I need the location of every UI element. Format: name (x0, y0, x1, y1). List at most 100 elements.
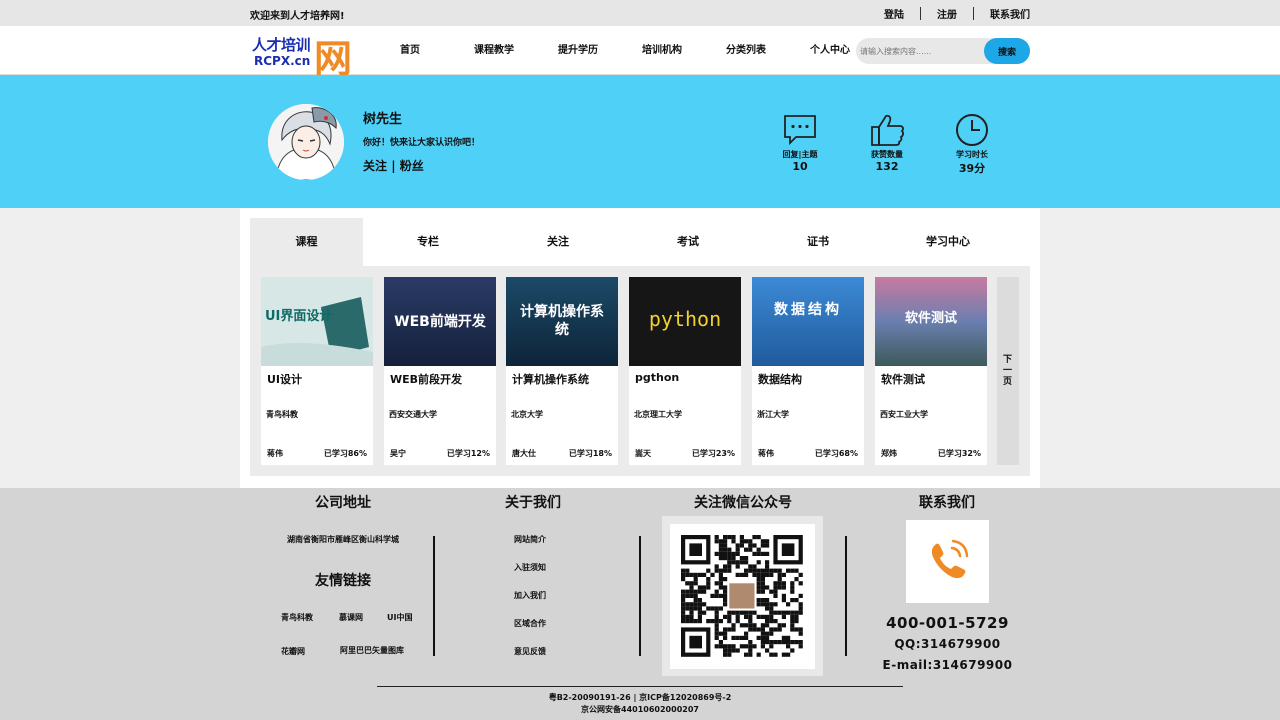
course-title: WEB前段开发 (390, 373, 463, 386)
login-link[interactable]: 登陆 (868, 6, 920, 21)
nav-institutions[interactable]: 培训机构 (620, 26, 704, 75)
course-progress: 已学习18% (568, 449, 612, 458)
course-teacher: 唐大仕 (512, 449, 536, 458)
separator: | (391, 159, 400, 173)
course-progress: 已学习12% (446, 449, 490, 458)
tab-learning-center[interactable]: 学习中心 (883, 218, 1013, 266)
tab-certificates[interactable]: 证书 (753, 218, 883, 266)
qr-code (670, 524, 815, 669)
course-card[interactable]: 软件测试 软件测试 西安工业大学 郑炜 已学习32% (875, 277, 987, 465)
about-item[interactable]: 区域合作 (514, 618, 546, 629)
course-progress: 已学习23% (691, 449, 735, 458)
course-teacher: 蒋伟 (267, 449, 283, 458)
qr-code-pattern (681, 535, 803, 657)
tab-courses[interactable]: 课程 (250, 218, 363, 266)
follow-link[interactable]: 关注 (363, 159, 387, 173)
nav-categories[interactable]: 分类列表 (704, 26, 788, 75)
friend-link[interactable]: 青鸟科教 (281, 612, 313, 623)
course-card[interactable]: 数据结构 数据结构 浙江大学 蒋伟 已学习68% (752, 277, 864, 465)
clock-icon (956, 114, 988, 146)
course-school: 西安工业大学 (880, 410, 928, 419)
course-card[interactable]: WEB前端开发 WEB前段开发 西安交通大学 吴宁 已学习12% (384, 277, 496, 465)
thumbnail-title: UI界面设计 (265, 309, 333, 324)
site-header: 人才培训 RCPX.cn 网 首页 课程教学 提升学历 培训机构 分类列表 个人… (0, 26, 1280, 81)
course-teacher: 蒋伟 (758, 449, 774, 458)
course-panel: 课程 专栏 关注 考试 证书 学习中心 UI界面设计 UI设计 青鸟科教 蒋伟 … (240, 208, 1040, 488)
nav-courses[interactable]: 课程教学 (452, 26, 536, 75)
friend-link[interactable]: 慕课网 (339, 612, 363, 623)
welcome-text: 欢迎来到人才培养网! (250, 11, 345, 22)
course-card[interactable]: python pgthon 北京理工大学 嵩天 已学习23% (629, 277, 741, 465)
course-title: 软件测试 (881, 373, 925, 386)
qq-number: QQ:314679900 (894, 637, 1001, 651)
course-teacher: 郑炜 (881, 449, 897, 458)
stat-label: 学习时长 (956, 150, 988, 159)
stat-replies[interactable]: 回复|主题 10 (770, 113, 830, 173)
course-progress: 已学习68% (814, 449, 858, 458)
course-thumbnail: 软件测试 (875, 277, 987, 366)
profile-banner: 树先生 你好！快来让大家认识你吧！ 关注 | 粉丝 回复|主题 10 获赞数量 … (0, 75, 1280, 208)
course-school: 青鸟科教 (266, 410, 298, 419)
search-button[interactable]: 搜索 (984, 38, 1030, 64)
course-school: 浙江大学 (757, 410, 789, 419)
course-title: 数据结构 (758, 373, 802, 386)
icp-license: 粤B2-20090191-26 | 京ICP备12020869号-2 (548, 693, 732, 702)
wechat-qr-box (662, 516, 823, 676)
avatar[interactable] (268, 104, 344, 180)
course-card[interactable]: UI界面设计 UI设计 青鸟科教 蒋伟 已学习86% (261, 277, 373, 465)
course-thumbnail: UI界面设计 (261, 277, 373, 366)
friend-link[interactable]: 花瓣网 (281, 646, 305, 657)
thumbnail-title: WEB前端开发 (394, 314, 486, 330)
wechat-title: 关注微信公众号 (694, 495, 792, 511)
site-footer: 公司地址 湖南省衡阳市雁峰区衡山科学城 友情链接 青鸟科教 慕课网 UI中国 花… (0, 488, 1280, 720)
about-item[interactable]: 加入我们 (514, 590, 546, 601)
top-links: 登陆 注册 联系我们 (868, 0, 1030, 26)
fans-link[interactable]: 粉丝 (400, 159, 424, 173)
divider (845, 536, 847, 656)
nav-home[interactable]: 首页 (368, 26, 452, 75)
stat-label: 回复|主题 (782, 150, 818, 159)
footer-divider (377, 686, 903, 687)
phone-box (906, 520, 989, 603)
profile-intro: 你好！快来让大家认识你吧！ (363, 138, 481, 148)
next-page-button[interactable]: 下一页 (997, 277, 1019, 465)
friend-link[interactable]: UI中国 (387, 612, 412, 623)
course-title: pgthon (635, 371, 680, 384)
site-logo[interactable]: 人才培训 RCPX.cn 网 (252, 31, 356, 81)
course-progress: 已学习86% (323, 449, 367, 458)
tab-columns[interactable]: 专栏 (363, 218, 493, 266)
course-title: 计算机操作系统 (512, 373, 589, 386)
logo-text: 人才培训 (252, 36, 311, 54)
chat-bubble-icon (784, 115, 816, 146)
thumbnail-title: python (648, 307, 722, 331)
divider (639, 536, 641, 656)
search-box: 搜索 (856, 38, 1030, 64)
avatar-illustration (268, 104, 344, 180)
stat-study-time[interactable]: 学习时长 39分 (942, 113, 1002, 176)
course-school: 西安交通大学 (389, 410, 437, 419)
stat-likes[interactable]: 获赞数量 132 (857, 113, 917, 173)
tab-bar: 课程 专栏 关注 考试 证书 学习中心 (250, 218, 1030, 266)
main-nav: 首页 课程教学 提升学历 培训机构 分类列表 个人中心 (368, 26, 872, 75)
stat-value: 10 (792, 160, 808, 173)
tab-following[interactable]: 关注 (493, 218, 623, 266)
course-card[interactable]: 计算机操作系统 计算机操作系统 北京大学 唐大仕 已学习18% (506, 277, 618, 465)
tab-exams[interactable]: 考试 (623, 218, 753, 266)
register-link[interactable]: 注册 (921, 6, 973, 21)
contact-link[interactable]: 联系我们 (974, 6, 1030, 21)
nav-degree[interactable]: 提升学历 (536, 26, 620, 75)
about-item[interactable]: 网站简介 (514, 534, 546, 545)
about-title: 关于我们 (505, 495, 561, 511)
about-item[interactable]: 意见反馈 (514, 646, 546, 657)
next-page-label: 下一页 (1003, 355, 1013, 387)
address-text: 湖南省衡阳市雁峰区衡山科学城 (287, 535, 399, 544)
course-list: UI界面设计 UI设计 青鸟科教 蒋伟 已学习86% WEB前端开发 WEB前段… (250, 266, 1030, 476)
friend-link[interactable]: 阿里巴巴矢量图库 (340, 645, 404, 656)
course-progress: 已学习32% (937, 449, 981, 458)
about-item[interactable]: 入驻须知 (514, 562, 546, 573)
course-school: 北京理工大学 (634, 410, 682, 419)
search-input[interactable] (856, 38, 984, 64)
contact-title: 联系我们 (919, 495, 975, 511)
thumbnail-title: 数据结构 (774, 302, 842, 318)
thumbnail-title: 计算机操作系统 (520, 304, 604, 338)
